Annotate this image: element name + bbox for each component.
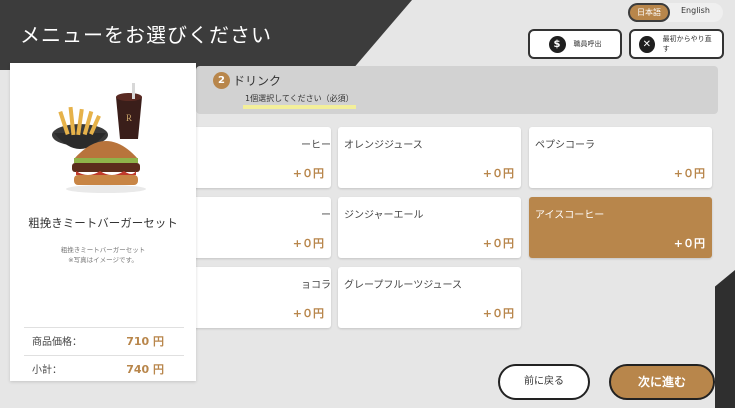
drink-price: +０円 bbox=[292, 307, 324, 320]
drink-price: +０円 bbox=[292, 167, 324, 180]
language-english-button[interactable]: English bbox=[674, 3, 717, 22]
back-button[interactable]: 前に戻る bbox=[498, 364, 590, 400]
svg-text:R: R bbox=[126, 113, 132, 123]
drink-card-selected[interactable]: アイスコーヒー +０円 bbox=[529, 197, 712, 258]
language-toggle: 日本語 English bbox=[628, 3, 723, 22]
step-header: 2 ドリンク 1個選択してください（必須） bbox=[196, 66, 718, 114]
base-price-row: 商品価格： 710 円 bbox=[24, 327, 184, 353]
drink-card[interactable]: ジンジャーエール +０円 bbox=[338, 197, 521, 258]
next-button[interactable]: 次に進む bbox=[609, 364, 715, 400]
step-instruction: 1個選択してください（必須） bbox=[243, 93, 356, 109]
drink-card[interactable]: グレープフルーツジュース +０円 bbox=[338, 267, 521, 328]
burger-set-image: R bbox=[52, 83, 146, 193]
drink-card[interactable]: オレンジジュース +０円 bbox=[338, 127, 521, 188]
base-price-value: 710 円 bbox=[126, 334, 164, 348]
language-japanese-button[interactable]: 日本語 bbox=[628, 3, 670, 22]
close-icon: ✕ bbox=[639, 35, 655, 53]
drink-name: ジンジャーエール bbox=[344, 210, 424, 221]
drink-price: +０円 bbox=[673, 237, 705, 250]
product-desc-note: ※写真はイメージです。 bbox=[68, 256, 138, 264]
subtotal-label: 小計： bbox=[32, 365, 62, 376]
staff-call-label: 職員呼出 bbox=[573, 40, 602, 48]
drink-name: オレンジジュース bbox=[344, 140, 423, 151]
drink-name: アイスコーヒー bbox=[535, 210, 605, 221]
restart-label: 最初からやり直す bbox=[662, 35, 712, 53]
money-bag-icon: $ bbox=[548, 35, 566, 53]
drink-price: +０円 bbox=[292, 237, 324, 250]
decorative-corner bbox=[715, 270, 735, 408]
product-name: 粗挽きミートバーガーセット bbox=[28, 216, 178, 230]
page-title: メニューをお選びください bbox=[20, 23, 272, 47]
subtotal-value: 740 円 bbox=[126, 362, 164, 376]
product-description: 粗挽きミートバーガーセット ※写真はイメージです。 bbox=[10, 245, 196, 265]
drink-card[interactable]: ペプシコーラ +０円 bbox=[529, 127, 712, 188]
drink-name: ペプシコーラ bbox=[535, 140, 595, 151]
staff-call-button[interactable]: $ 職員呼出 bbox=[528, 29, 622, 59]
drink-price: +０円 bbox=[673, 167, 705, 180]
drink-name: グレープフルーツジュース bbox=[344, 280, 462, 291]
drink-price: +０円 bbox=[482, 237, 514, 250]
drink-name: ー bbox=[321, 210, 331, 221]
subtotal-row: 小計： 740 円 bbox=[24, 355, 184, 381]
restart-button[interactable]: ✕ 最初からやり直す bbox=[629, 29, 724, 59]
base-price-label: 商品価格： bbox=[32, 337, 82, 348]
drink-name: ョコラ bbox=[301, 280, 331, 291]
drink-name: ーヒー bbox=[301, 140, 331, 151]
product-desc-line: 粗挽きミートバーガーセット bbox=[60, 246, 146, 254]
drink-price: +０円 bbox=[482, 167, 514, 180]
product-panel: R 粗挽きミートバーガーセット 粗挽きミートバーガーセット ※写真はイメージです… bbox=[10, 63, 196, 381]
step-number: 2 bbox=[213, 72, 230, 89]
drink-price: +０円 bbox=[482, 307, 514, 320]
step-title: ドリンク bbox=[233, 74, 282, 88]
